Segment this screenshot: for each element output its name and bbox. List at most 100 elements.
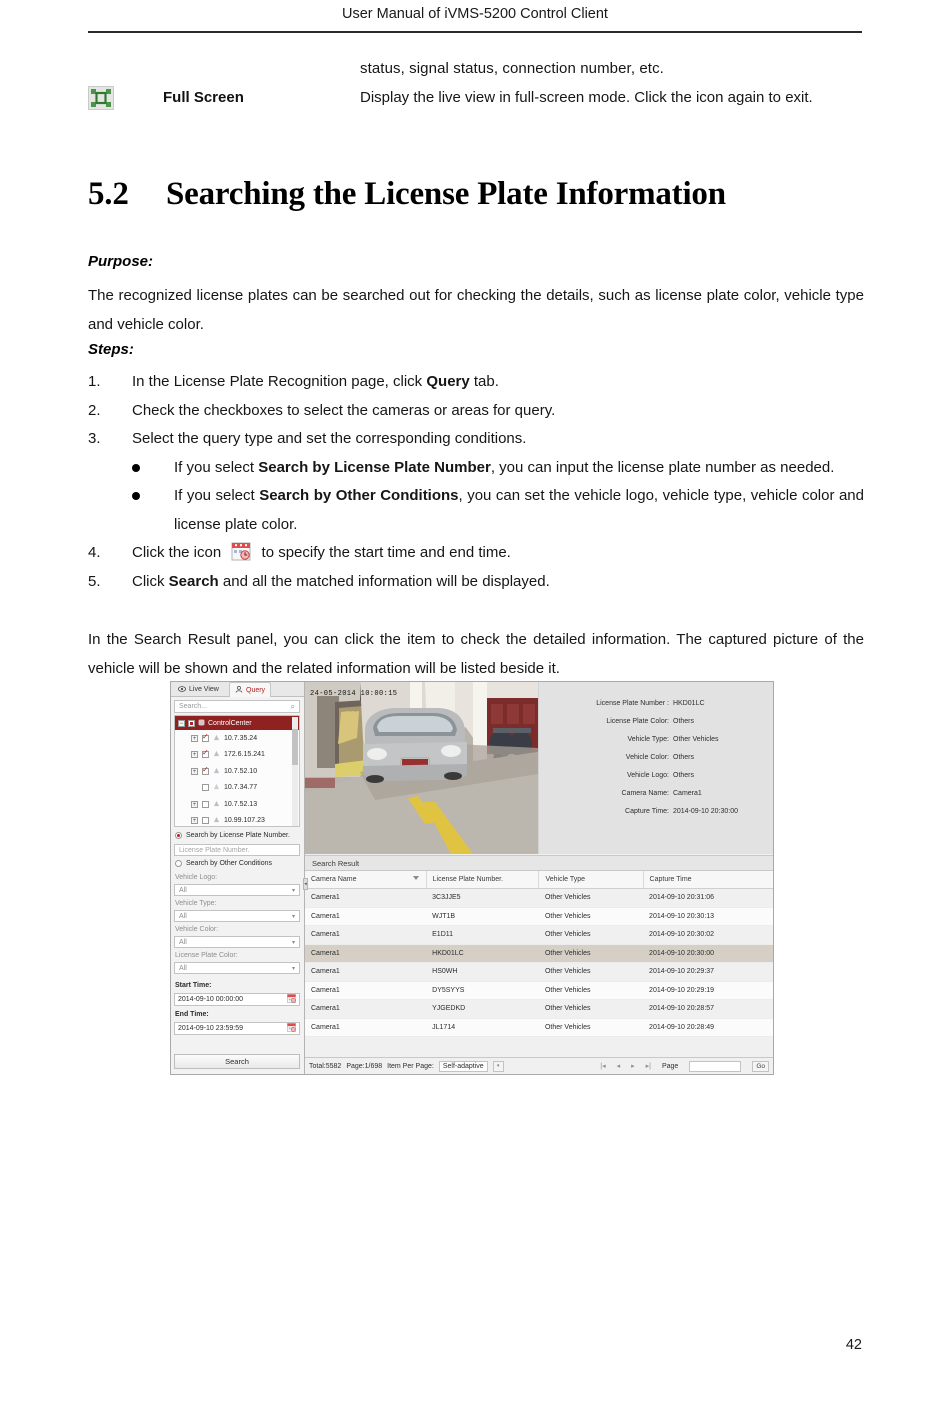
tree-scrollbar[interactable] — [292, 717, 298, 826]
node-checkbox[interactable] — [202, 784, 209, 792]
column-label: Camera Name — [311, 876, 357, 883]
steps-label: Steps: — [88, 341, 134, 358]
search-button[interactable]: Search — [174, 1054, 300, 1069]
tree-scrollbar-thumb[interactable] — [292, 729, 298, 765]
calendar-icon — [231, 542, 251, 561]
tab-query[interactable]: Query — [229, 682, 272, 697]
bullet-bold-term: Search by Other Conditions — [259, 487, 459, 504]
previous-page-button[interactable]: ◂ — [617, 1062, 621, 1070]
item-per-page-select[interactable]: Self-adaptive — [438, 1060, 488, 1072]
node-checkbox[interactable] — [202, 749, 209, 759]
page-jump-input[interactable] — [689, 1060, 742, 1072]
start-time-label: Start Time: — [175, 982, 212, 989]
tab-live-view[interactable]: Live View — [173, 682, 224, 697]
radio-search-by-plate-label: Search by License Plate Number. — [186, 832, 290, 839]
cell-type: Other Vehicles — [538, 888, 644, 908]
license-plate-input[interactable]: License Plate Number. — [174, 844, 300, 856]
chevron-down-icon[interactable]: ▾ — [292, 939, 295, 946]
tree-root-control-center[interactable]: − ControlCenter — [175, 716, 299, 730]
item-per-page-value: Self-adaptive — [442, 1062, 484, 1070]
node-checkbox[interactable] — [202, 817, 209, 825]
cell-time: 2014-09-10 20:28:49 — [643, 1018, 773, 1037]
collapse-toggle-icon[interactable]: − — [178, 719, 185, 727]
step-item-4: 4. Click the icon to specify the start ti… — [88, 539, 864, 568]
column-vehicle-type[interactable]: Vehicle Type — [538, 871, 644, 889]
step-3-bullets: If you select Search by License Plate Nu… — [132, 454, 864, 540]
step-bold-term: Search — [168, 572, 219, 590]
next-page-button[interactable]: ▸ — [631, 1062, 635, 1070]
step-number: 3. — [88, 430, 101, 447]
expand-toggle-icon[interactable]: + — [191, 817, 198, 825]
calendar-icon[interactable] — [287, 1023, 296, 1034]
vehicle-logo-select[interactable]: All ▾ — [174, 884, 300, 896]
last-page-button[interactable]: ▸| — [646, 1062, 651, 1070]
sort-descending-icon[interactable] — [412, 876, 419, 880]
tree-node-label: 10.7.34.77 — [224, 784, 258, 792]
table-row[interactable]: Camera1 WJT1B Other Vehicles 2014-09-10 … — [305, 907, 773, 926]
magnifier-icon[interactable]: ⌕ — [291, 702, 295, 712]
radio-button-icon[interactable] — [175, 860, 182, 867]
cell-plate: WJT1B — [426, 907, 539, 926]
step-number: 5. — [88, 572, 101, 590]
results-table[interactable]: Camera Name License Plate Number. Vehicl… — [305, 871, 773, 1037]
search-input[interactable]: Search... ⌕ — [174, 700, 300, 713]
captured-picture[interactable]: 24-05-2014 10:00:15 — [305, 682, 538, 854]
column-camera-name[interactable]: Camera Name — [305, 871, 427, 889]
license-plate-input-placeholder: License Plate Number. — [179, 846, 250, 854]
vehicle-color-select[interactable]: All ▾ — [174, 936, 300, 948]
vehicle-color-value: All — [179, 938, 187, 946]
column-license-plate-number[interactable]: License Plate Number. — [425, 871, 539, 889]
calendar-icon[interactable] — [287, 994, 296, 1005]
radio-search-by-other[interactable]: Search by Other Conditions — [175, 860, 272, 867]
tree-node[interactable]: + 10.7.35.24 — [175, 730, 299, 747]
panel-collapse-handle[interactable]: ◂ — [303, 878, 308, 890]
end-time-input[interactable]: 2014-09-10 23:59:59 — [174, 1022, 300, 1035]
table-row[interactable]: Camera1 DY5SYYS Other Vehicles 2014-09-1… — [305, 981, 773, 1000]
node-checkbox[interactable] — [202, 766, 209, 775]
detail-value: Others — [673, 717, 695, 725]
root-checkbox[interactable] — [188, 719, 195, 727]
chevron-down-icon[interactable]: ▾ — [292, 965, 295, 972]
cell-plate: HKD01LC — [426, 944, 539, 963]
vehicle-type-select[interactable]: All ▾ — [174, 910, 300, 922]
chevron-down-icon[interactable]: ▾ — [292, 887, 295, 894]
expand-toggle-icon[interactable]: + — [191, 751, 198, 759]
start-time-input[interactable]: 2014-09-10 00:00:00 — [174, 993, 300, 1006]
table-row[interactable]: Camera1 E1D11 Other Vehicles 2014-09-10 … — [305, 925, 773, 945]
column-capture-time[interactable]: Capture Time — [642, 871, 773, 889]
tree-node[interactable]: + 172.6.15.241 — [175, 747, 299, 764]
detail-row: License Plate Color: Others — [539, 712, 773, 730]
cell-type: Other Vehicles — [538, 907, 644, 926]
table-row[interactable]: Camera1 YJGEDKD Other Vehicles 2014-09-1… — [305, 999, 773, 1019]
cell-type: Other Vehicles — [538, 925, 644, 945]
detail-row: Vehicle Color: Others — [539, 748, 773, 766]
chevron-down-icon[interactable]: ▾ — [492, 1060, 504, 1072]
tree-node[interactable]: 10.7.34.77 — [175, 780, 299, 797]
go-button[interactable]: Go — [752, 1060, 769, 1072]
cell-type: Other Vehicles — [538, 962, 644, 982]
tree-node[interactable]: + 10.99.107.23 — [175, 813, 299, 827]
radio-search-by-plate[interactable]: Search by License Plate Number. — [175, 832, 290, 839]
table-row[interactable]: Camera1 JL1714 Other Vehicles 2014-09-10… — [305, 1018, 773, 1037]
expand-toggle-icon[interactable]: + — [191, 800, 198, 808]
section-title: Searching the License Plate Information — [166, 176, 726, 212]
node-checkbox[interactable] — [202, 800, 209, 808]
table-row[interactable]: Camera1 3C3JJE5 Other Vehicles 2014-09-1… — [305, 888, 773, 908]
tree-node[interactable]: + 10.7.52.10 — [175, 763, 299, 780]
table-row-selected[interactable]: Camera1 HKD01LC Other Vehicles 2014-09-1… — [305, 944, 773, 963]
device-tree[interactable]: − ControlCenter + 10.7.35.24 + 172.6.15.… — [174, 715, 300, 827]
expand-toggle-icon[interactable]: + — [191, 734, 198, 742]
column-label: License Plate Number. — [432, 876, 504, 883]
expand-toggle-icon[interactable]: + — [191, 767, 198, 775]
device-icon — [213, 816, 220, 825]
tree-root-label: ControlCenter — [208, 719, 252, 727]
radio-button-icon[interactable] — [175, 832, 182, 839]
license-plate-color-select[interactable]: All ▾ — [174, 962, 300, 974]
step-number: 2. — [88, 401, 101, 419]
first-page-button[interactable]: |◂ — [600, 1062, 605, 1070]
tree-node[interactable]: + 10.7.52.13 — [175, 796, 299, 813]
node-checkbox[interactable] — [202, 733, 209, 742]
chevron-down-icon[interactable]: ▾ — [292, 913, 295, 920]
table-row[interactable]: Camera1 HS0WH Other Vehicles 2014-09-10 … — [305, 962, 773, 982]
cell-time: 2014-09-10 20:30:00 — [643, 944, 773, 963]
